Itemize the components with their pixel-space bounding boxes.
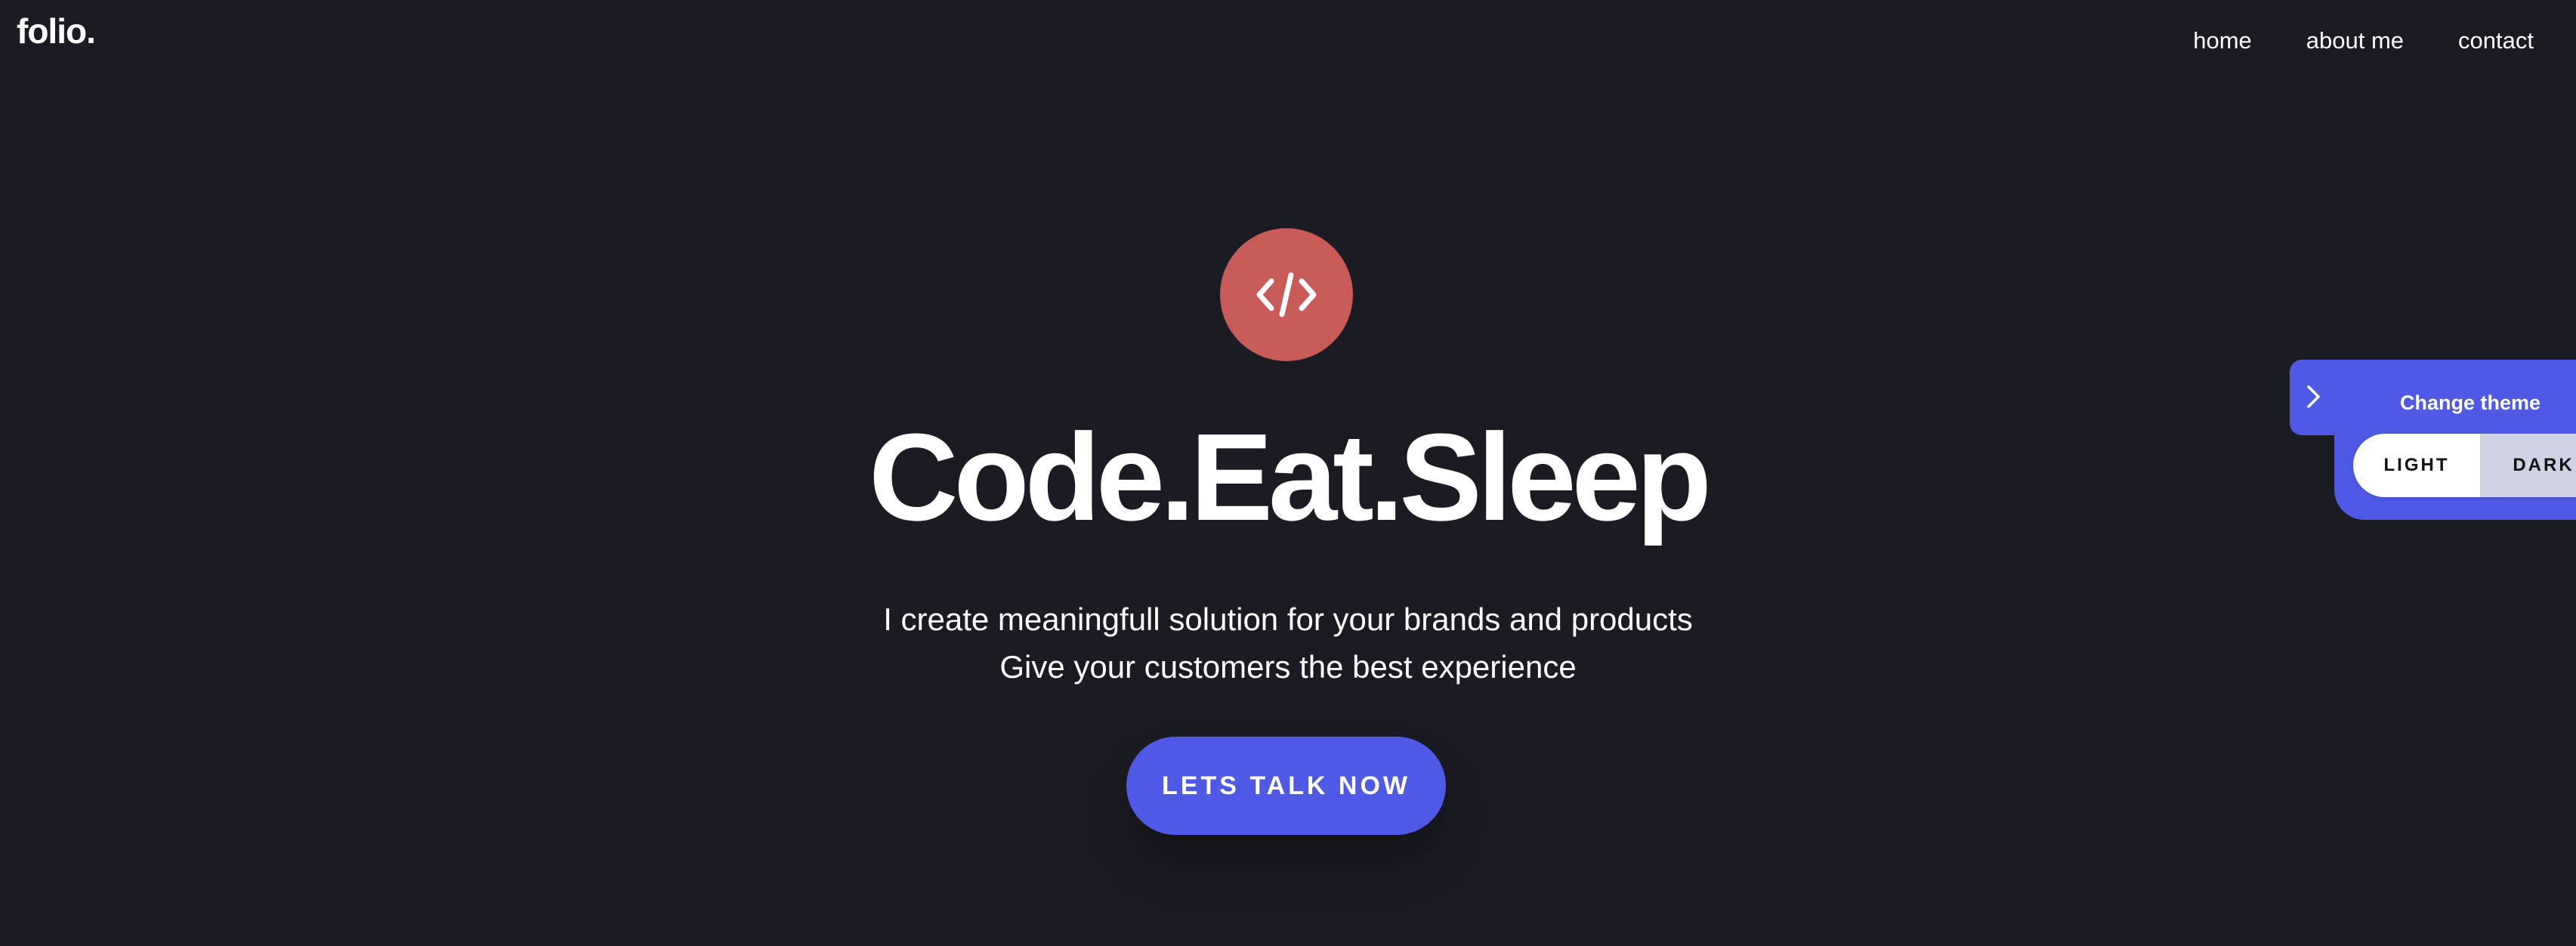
hero-subtitle-line-1: I create meaningfull solution for your b… bbox=[883, 601, 1693, 637]
change-theme-label: Change theme bbox=[2399, 391, 2541, 414]
lets-talk-now-button[interactable]: LETS TALK NOW bbox=[1126, 737, 1446, 835]
theme-light-option[interactable]: LIGHT bbox=[2353, 434, 2480, 497]
theme-dark-option[interactable]: DARK bbox=[2480, 434, 2576, 497]
nav-link-contact[interactable]: contact bbox=[2458, 27, 2534, 54]
page: folio. home about me contact Code.Eat.Sl… bbox=[0, 0, 2576, 946]
nav-link-home[interactable]: home bbox=[2193, 27, 2252, 54]
theme-switch: LIGHT DARK bbox=[2353, 434, 2576, 497]
logo[interactable]: folio. bbox=[17, 11, 96, 51]
code-icon-glyph bbox=[1256, 272, 1317, 317]
code-icon bbox=[1220, 228, 1353, 361]
chevron-right-icon bbox=[2307, 385, 2320, 408]
hero-title: Code.Eat.Sleep bbox=[869, 408, 1712, 546]
nav-link-about-me[interactable]: about me bbox=[2306, 27, 2404, 54]
top-nav: home about me contact bbox=[2193, 27, 2534, 54]
hero-subtitle-line-2: Give your customers the best experience bbox=[999, 649, 1577, 685]
theme-panel-toggle[interactable] bbox=[2301, 382, 2327, 411]
